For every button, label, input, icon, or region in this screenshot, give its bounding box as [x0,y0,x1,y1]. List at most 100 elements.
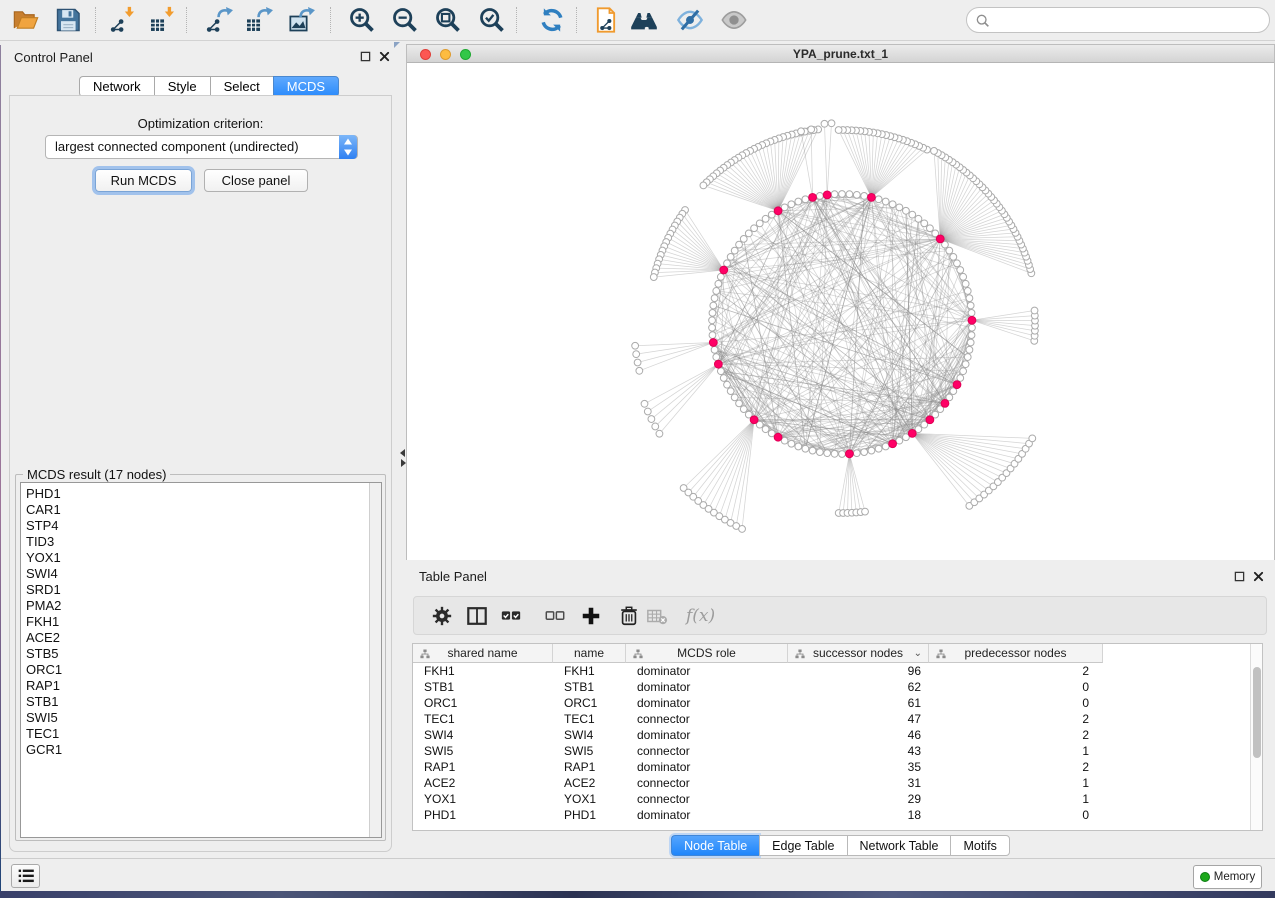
control-panel-close-icon[interactable] [379,51,390,62]
close-panel-button[interactable]: Close panel [204,169,308,192]
splitter-collapse-icon[interactable] [394,42,400,48]
mcds-result-item[interactable]: SWI5 [26,710,381,726]
zoom-in-button[interactable] [348,6,376,34]
cell-predecessor-nodes[interactable]: 1 [929,775,1103,791]
cell-MCDS-role[interactable]: dominator [626,679,788,695]
cell-MCDS-role[interactable]: connector [626,743,788,759]
cell-shared-name[interactable]: ORC1 [413,695,553,711]
mcds-result-item[interactable]: STP4 [26,518,381,534]
table-row-SWI5[interactable]: SWI5SWI5connector431 [413,743,1103,759]
table-row-TEC1[interactable]: TEC1TEC1connector472 [413,711,1103,727]
cell-successor-nodes[interactable]: 29 [788,791,929,807]
import-table-button[interactable] [150,6,178,34]
cell-successor-nodes[interactable]: 47 [788,711,929,727]
mcds-result-item[interactable]: STB5 [26,646,381,662]
cell-successor-nodes[interactable]: 96 [788,663,929,679]
save-button[interactable] [54,6,82,34]
cell-predecessor-nodes[interactable]: 2 [929,759,1103,775]
mcds-result-item[interactable]: PHD1 [26,486,381,502]
refresh-button[interactable] [538,6,566,34]
mcds-list-scrollbar[interactable] [369,483,381,837]
cell-predecessor-nodes[interactable]: 2 [929,711,1103,727]
cell-predecessor-nodes[interactable]: 1 [929,791,1103,807]
memory-button[interactable]: Memory [1193,865,1262,889]
tab-network-table[interactable]: Network Table [847,835,951,856]
network-graph[interactable] [407,64,1274,560]
hide-panel-button[interactable] [676,6,704,34]
cell-predecessor-nodes[interactable]: 0 [929,807,1103,823]
cell-predecessor-nodes[interactable]: 0 [929,679,1103,695]
status-menu-button[interactable] [11,864,40,888]
birdseye-button[interactable] [630,6,658,34]
cell-successor-nodes[interactable]: 46 [788,727,929,743]
mcds-result-item[interactable]: YOX1 [26,550,381,566]
cell-name[interactable]: STB1 [553,679,626,695]
criterion-select[interactable]: largest connected component (undirected) [45,135,358,159]
cell-shared-name[interactable]: RAP1 [413,759,553,775]
tab-mcds[interactable]: MCDS [273,76,339,97]
export-image-button[interactable] [288,6,316,34]
cell-predecessor-nodes[interactable]: 2 [929,663,1103,679]
cell-predecessor-nodes[interactable]: 2 [929,727,1103,743]
cell-MCDS-role[interactable]: connector [626,711,788,727]
mcds-result-list[interactable]: PHD1CAR1STP4TID3YOX1SWI4SRD1PMA2FKH1ACE2… [20,482,382,838]
cell-MCDS-role[interactable]: dominator [626,663,788,679]
import-network-button[interactable] [110,6,138,34]
cell-MCDS-role[interactable]: dominator [626,759,788,775]
search-input[interactable] [966,7,1270,33]
column-header-predecessor-nodes[interactable]: predecessor nodes [929,644,1103,663]
cell-name[interactable]: PHD1 [553,807,626,823]
tab-select[interactable]: Select [210,76,273,97]
mcds-result-item[interactable]: SWI4 [26,566,381,582]
delete-table-button[interactable] [646,605,668,632]
mcds-result-item[interactable]: PMA2 [26,598,381,614]
cell-shared-name[interactable]: PHD1 [413,807,553,823]
cell-name[interactable]: SWI4 [553,727,626,743]
mcds-result-item[interactable]: SRD1 [26,582,381,598]
cell-MCDS-role[interactable]: dominator [626,727,788,743]
tab-style[interactable]: Style [154,76,210,97]
cell-successor-nodes[interactable]: 31 [788,775,929,791]
mcds-result-item[interactable]: FKH1 [26,614,381,630]
cell-predecessor-nodes[interactable]: 0 [929,695,1103,711]
cell-successor-nodes[interactable]: 18 [788,807,929,823]
show-columns-button[interactable] [466,605,488,632]
table-settings-button[interactable] [431,605,453,632]
cell-shared-name[interactable]: SWI5 [413,743,553,759]
cell-shared-name[interactable]: ACE2 [413,775,553,791]
cell-name[interactable]: ORC1 [553,695,626,711]
delete-rows-button[interactable] [618,605,640,632]
apply-function-button[interactable]: f(x) [686,605,715,627]
network-view-titlebar[interactable]: YPA_prune.txt_1 [407,45,1274,63]
tab-node-table[interactable]: Node Table [671,835,759,856]
export-network-button[interactable] [206,6,234,34]
table-scrollbar[interactable] [1250,644,1262,830]
mcds-result-item[interactable]: TEC1 [26,726,381,742]
run-mcds-button[interactable]: Run MCDS [95,169,192,192]
cell-MCDS-role[interactable]: connector [626,791,788,807]
cell-shared-name[interactable]: SWI4 [413,727,553,743]
column-header-MCDS-role[interactable]: MCDS role [626,644,788,663]
cell-name[interactable]: RAP1 [553,759,626,775]
cell-successor-nodes[interactable]: 62 [788,679,929,695]
control-panel-float-icon[interactable] [360,51,371,62]
column-header-successor-nodes[interactable]: successor nodes⌄ [788,644,929,663]
mcds-result-item[interactable]: ORC1 [26,662,381,678]
table-row-RAP1[interactable]: RAP1RAP1dominator352 [413,759,1103,775]
select-all-button[interactable] [500,605,522,632]
table-row-ORC1[interactable]: ORC1ORC1dominator610 [413,695,1103,711]
cell-successor-nodes[interactable]: 61 [788,695,929,711]
mcds-result-item[interactable]: RAP1 [26,678,381,694]
export-table-button[interactable] [246,6,274,34]
cell-name[interactable]: FKH1 [553,663,626,679]
column-header-shared-name[interactable]: shared name [413,644,553,663]
tab-motifs[interactable]: Motifs [950,835,1009,856]
cell-MCDS-role[interactable]: connector [626,775,788,791]
table-row-ACE2[interactable]: ACE2ACE2connector311 [413,775,1103,791]
add-row-button[interactable] [580,605,602,632]
cell-predecessor-nodes[interactable]: 1 [929,743,1103,759]
table-row-YOX1[interactable]: YOX1YOX1connector291 [413,791,1103,807]
zoom-fit-button[interactable] [434,6,462,34]
table-panel-close-icon[interactable] [1253,571,1264,582]
cell-shared-name[interactable]: FKH1 [413,663,553,679]
